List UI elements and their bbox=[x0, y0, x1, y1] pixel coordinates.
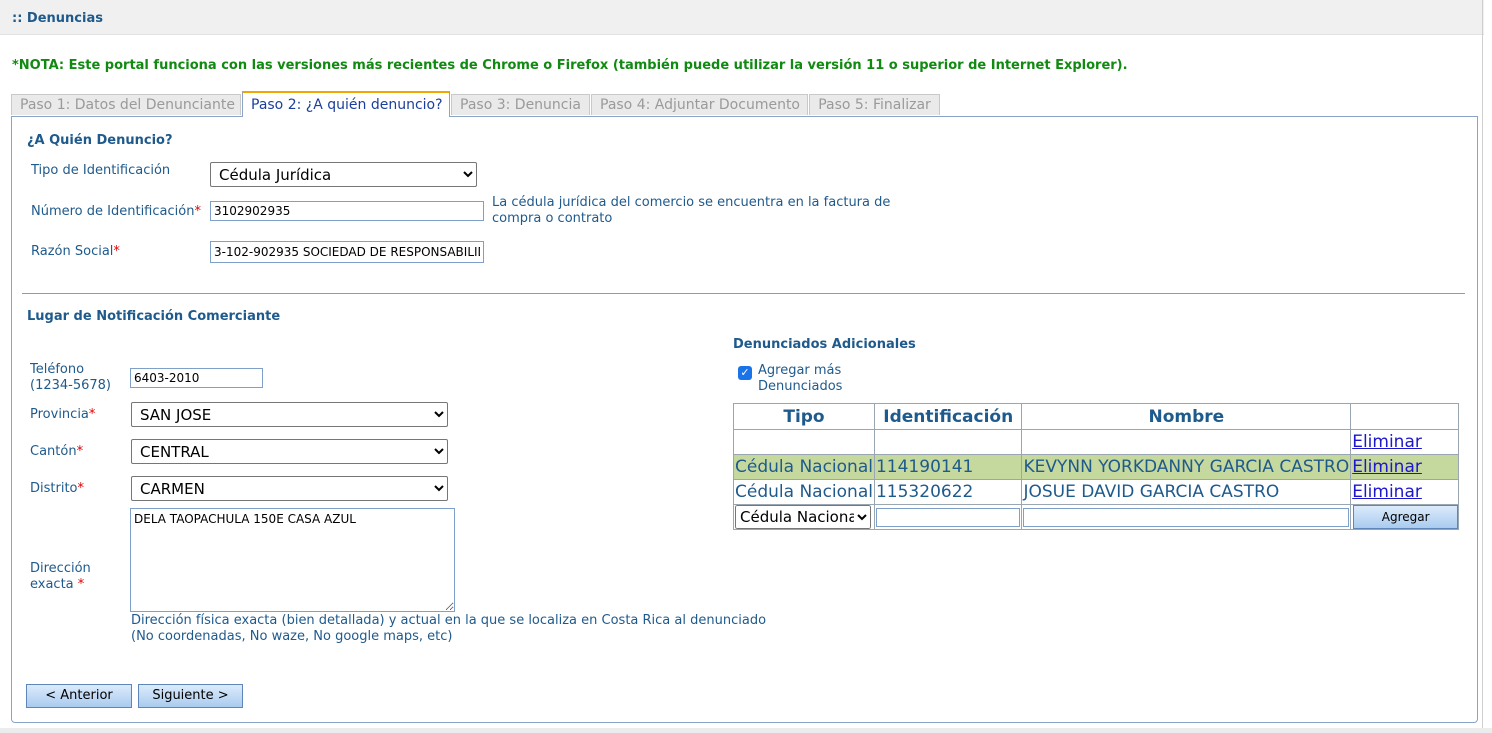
required-marker: * bbox=[88, 407, 96, 422]
razon-social-input[interactable] bbox=[210, 241, 484, 263]
agregar-mas-label-line-1: Agregar más bbox=[758, 363, 842, 378]
numero-identificacion-label: Número de Identificación* bbox=[31, 204, 201, 220]
column-header-tipo: Tipo bbox=[733, 403, 875, 430]
cell-nombre: KEVYNN YORKDANNY GARCIA CASTRO bbox=[1021, 454, 1352, 480]
direccion-exacta-textarea[interactable]: DELA TAOPACHULA 150E CASA AZUL bbox=[130, 508, 455, 612]
required-marker: * bbox=[76, 444, 84, 459]
tab-paso-5[interactable]: Paso 5: Finalizar bbox=[809, 94, 940, 115]
eliminar-link[interactable]: Eliminar bbox=[1352, 432, 1422, 452]
distrito-label-text: Distrito bbox=[30, 481, 78, 496]
direccion-label-line-2: exacta * bbox=[30, 577, 91, 593]
siguiente-button[interactable]: Siguiente > bbox=[138, 684, 243, 708]
provincia-label: Provincia* bbox=[30, 407, 95, 423]
cell-identificacion bbox=[873, 429, 1023, 455]
tab-paso-1[interactable]: Paso 1: Datos del Denunciante bbox=[11, 94, 241, 115]
cell-action: Eliminar bbox=[1350, 479, 1459, 505]
cell-nombre: JOSUE DAVID GARCIA CASTRO bbox=[1021, 479, 1352, 505]
razon-social-text: Razón Social bbox=[31, 244, 114, 259]
eliminar-link[interactable]: Eliminar bbox=[1352, 457, 1422, 477]
cell-tipo: Cédula Nacional bbox=[733, 454, 875, 480]
cell-new-identificacion bbox=[873, 504, 1023, 530]
distrito-select[interactable]: CARMEN bbox=[131, 476, 448, 501]
table-row: Eliminar bbox=[733, 429, 1459, 455]
direccion-exacta-label: Dirección exacta * bbox=[30, 561, 91, 593]
page-header: :: Denuncias bbox=[0, 0, 1484, 35]
tab-paso-3[interactable]: Paso 3: Denuncia bbox=[451, 94, 590, 115]
table-row: Cédula Nacional 114190141 KEVYNN YORKDAN… bbox=[733, 454, 1459, 480]
new-entry-row: Cédula Nacional Agregar bbox=[733, 504, 1459, 530]
direccion-help-line-1: Dirección física exacta (bien detallada)… bbox=[131, 613, 767, 628]
agregar-mas-checkbox[interactable]: ✓ bbox=[738, 366, 752, 380]
canton-label-text: Cantón bbox=[30, 444, 77, 459]
table-header-row: Tipo Identificación Nombre bbox=[733, 403, 1459, 430]
quien-section-title: ¿A Quién Denuncio? bbox=[27, 133, 173, 148]
telefono-label: Teléfono (1234-5678) bbox=[30, 362, 111, 394]
column-header-action bbox=[1350, 403, 1459, 430]
new-nombre-input[interactable] bbox=[1023, 508, 1350, 527]
provincia-label-text: Provincia bbox=[30, 407, 89, 422]
numero-identificacion-help: La cédula jurídica del comercio se encue… bbox=[492, 195, 891, 226]
provincia-select[interactable]: SAN JOSE bbox=[131, 402, 448, 427]
lugar-section-title: Lugar de Notificación Comerciante bbox=[27, 309, 281, 324]
cell-new-action: Agregar bbox=[1350, 504, 1459, 530]
agregar-button-wrap: Agregar bbox=[1352, 505, 1459, 529]
agregar-button[interactable]: Agregar bbox=[1353, 505, 1459, 529]
browser-note: *NOTA: Este portal funciona con las vers… bbox=[12, 58, 1128, 73]
anterior-button[interactable]: < Anterior bbox=[26, 684, 132, 708]
column-header-nombre: Nombre bbox=[1021, 403, 1352, 430]
telefono-label-text: Teléfono bbox=[30, 362, 85, 377]
telefono-input[interactable] bbox=[130, 368, 263, 388]
cell-identificacion: 115320622 bbox=[873, 479, 1023, 505]
tipo-identificacion-select[interactable]: Cédula Jurídica bbox=[210, 162, 477, 187]
bottom-edge bbox=[0, 728, 1492, 733]
required-marker: * bbox=[194, 204, 201, 219]
numero-identificacion-text: Número de Identificación bbox=[31, 204, 195, 219]
required-marker: * bbox=[77, 577, 85, 592]
cell-new-tipo: Cédula Nacional bbox=[733, 504, 875, 530]
new-identificacion-input[interactable] bbox=[875, 508, 1021, 527]
eliminar-link[interactable]: Eliminar bbox=[1352, 482, 1422, 502]
cell-action: Eliminar bbox=[1350, 454, 1459, 480]
adicionales-section-title: Denunciados Adicionales bbox=[733, 337, 916, 352]
tab-paso-4[interactable]: Paso 4: Adjuntar Documento bbox=[591, 94, 808, 115]
table-row: Cédula Nacional 115320622 JOSUE DAVID GA… bbox=[733, 479, 1459, 505]
cell-tipo: Cédula Nacional bbox=[733, 479, 875, 505]
direccion-exacta-help: Dirección física exacta (bien detallada)… bbox=[131, 613, 766, 645]
cell-action: Eliminar bbox=[1350, 429, 1459, 455]
cell-nombre bbox=[1021, 429, 1352, 455]
section-divider bbox=[22, 293, 1465, 294]
numero-identificacion-input[interactable] bbox=[210, 201, 484, 221]
page-title: :: Denuncias bbox=[12, 11, 103, 26]
denunciados-table: Tipo Identificación Nombre Eliminar Cédu… bbox=[733, 403, 1459, 530]
razon-social-label: Razón Social* bbox=[31, 244, 120, 260]
cell-identificacion: 114190141 bbox=[873, 454, 1023, 480]
telefono-format-hint: (1234-5678) bbox=[30, 378, 112, 393]
new-tipo-select[interactable]: Cédula Nacional bbox=[735, 505, 871, 529]
tab-paso-2[interactable]: Paso 2: ¿A quién denuncio? bbox=[242, 91, 450, 117]
tipo-identificacion-label: Tipo de Identificación bbox=[31, 163, 171, 178]
right-border bbox=[1482, 0, 1483, 733]
canton-select[interactable]: CENTRAL bbox=[131, 439, 448, 464]
agregar-mas-label: Agregar más Denunciados bbox=[758, 363, 842, 395]
direccion-label-line-1: Dirección bbox=[30, 561, 91, 576]
distrito-label: Distrito* bbox=[30, 481, 84, 497]
cell-new-nombre bbox=[1021, 504, 1352, 530]
direccion-help-line-2: (No coordenadas, No waze, No google maps… bbox=[131, 629, 453, 644]
canton-label: Cantón* bbox=[30, 444, 83, 460]
column-header-identificacion: Identificación bbox=[873, 403, 1023, 430]
direccion-label-text: exacta bbox=[30, 577, 74, 592]
required-marker: * bbox=[77, 481, 85, 496]
cell-tipo bbox=[733, 429, 875, 455]
agregar-mas-label-line-2: Denunciados bbox=[758, 379, 843, 394]
required-marker: * bbox=[113, 244, 120, 259]
